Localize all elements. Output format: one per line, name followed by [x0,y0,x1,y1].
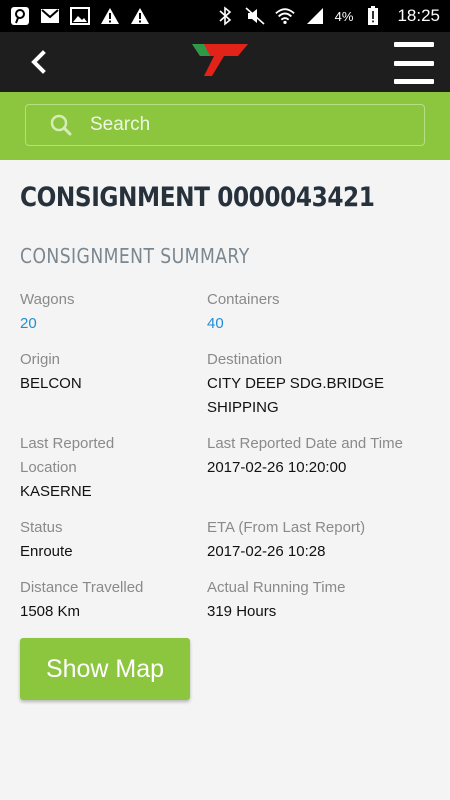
image-icon [70,6,90,26]
status-bar-system: 4% 18:25 [215,6,440,26]
status-field: Status Enroute [20,516,200,564]
status-bar-notifications [10,6,150,26]
field-value: CITY DEEP SDG.BRIDGE SHIPPING [207,375,384,416]
field-value: 2017-02-26 10:28 [207,543,326,560]
destination-field: Destination CITY DEEP SDG.BRIDGE SHIPPIN… [207,348,430,420]
field-label: Destination [207,351,283,368]
back-button[interactable] [20,44,56,80]
field-label: Last Reported Location [20,435,115,476]
wifi-icon [274,6,295,26]
origin-field: Origin BELCON [20,348,200,396]
bluetooth-icon [215,6,235,26]
mail-icon [40,6,60,26]
last-datetime-field: Last Reported Date and Time 2017-02-26 1… [207,432,430,480]
wagons-field: Wagons 20 [20,288,200,336]
back-arrow-icon [31,50,46,74]
signal-icon [305,6,325,26]
field-value: BELCON [20,375,82,392]
search-input[interactable] [90,114,390,136]
menu-line [394,42,434,47]
eta-field: ETA (From Last Report) 2017-02-26 10:28 [207,516,430,564]
transnet-logo [190,42,250,78]
field-label: Wagons [20,291,75,308]
mute-icon [245,6,265,26]
warning-icon [130,6,150,26]
field-value: 2017-02-26 10:20:00 [207,459,347,476]
menu-line [394,79,434,84]
field-label: Distance Travelled [20,579,144,596]
menu-line [394,60,434,66]
hamburger-menu-button[interactable] [394,42,434,84]
containers-field: Containers 40 [207,288,430,336]
show-map-button[interactable]: Show Map [20,638,190,700]
battery-percent: 4% [334,8,354,24]
status-bar: 4% 18:25 [0,0,450,32]
wagons-link[interactable]: 20 [20,312,200,336]
field-label: Last Reported Date and Time [207,435,403,452]
field-label: ETA (From Last Report) [207,519,366,536]
search-icon [50,114,72,136]
section-title: CONSIGNMENT SUMMARY [20,244,250,268]
field-value: 319 Hours [207,603,277,620]
last-location-field: Last Reported Location KASERNE [20,432,170,504]
app-bar [0,32,450,92]
warning-icon [100,6,120,26]
search-field[interactable] [25,104,425,146]
clock: 18:25 [397,6,440,25]
running-time-field: Actual Running Time 319 Hours [207,576,430,624]
field-value: KASERNE [20,483,92,500]
search-bar [0,92,450,160]
field-label: Origin [20,351,61,368]
field-value: 1508 Km [20,603,81,620]
field-label: Containers [207,291,280,308]
distance-field: Distance Travelled 1508 Km [20,576,200,624]
profile-notification-icon [10,6,30,26]
field-label: Status [20,519,63,536]
containers-link[interactable]: 40 [207,312,430,336]
battery-alert-icon [363,6,383,26]
page-title: CONSIGNMENT 0000043421 [20,182,375,213]
field-value: Enroute [20,543,73,560]
field-label: Actual Running Time [207,579,346,596]
